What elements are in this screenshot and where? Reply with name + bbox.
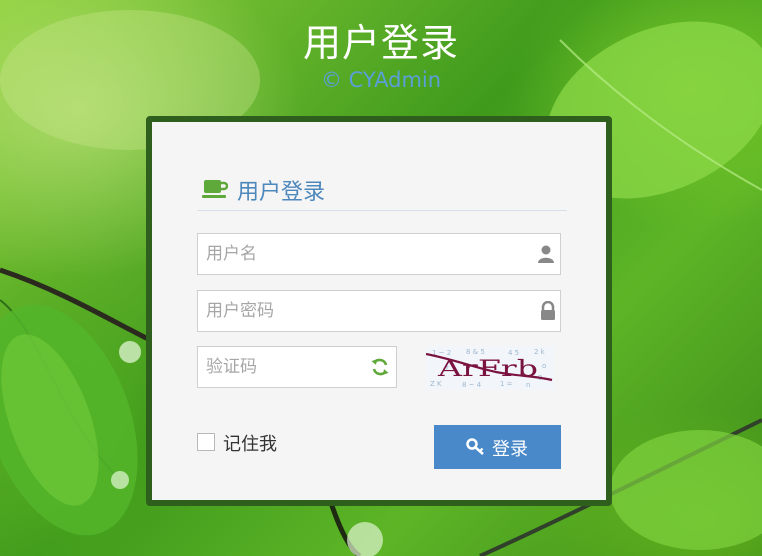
- password-field-wrapper: [197, 290, 561, 332]
- password-input[interactable]: [206, 291, 526, 331]
- username-input[interactable]: [206, 234, 526, 274]
- login-panel-title: 用户登录: [237, 180, 326, 205]
- captcha-input[interactable]: [206, 347, 356, 387]
- lock-icon: [541, 301, 555, 320]
- refresh-icon[interactable]: [370, 357, 390, 377]
- copyright-text: © CYAdmin: [320, 68, 442, 92]
- login-button-label: 登录: [492, 439, 528, 459]
- svg-text:4 5: 4 5: [508, 349, 519, 357]
- username-field-wrapper: [197, 233, 561, 275]
- page-title: 用户登录: [302, 21, 459, 65]
- login-button[interactable]: 登录: [434, 425, 561, 469]
- svg-text:8 ~ 4: 8 ~ 4: [462, 381, 482, 389]
- remember-me-checkbox[interactable]: [197, 433, 215, 451]
- coffee-cup-icon: [202, 180, 228, 198]
- remember-me-label: 记住我: [223, 434, 277, 455]
- svg-text:8 & 5: 8 & 5: [466, 348, 485, 356]
- key-icon: [466, 438, 484, 455]
- login-panel-heading: 用户登录: [197, 172, 567, 211]
- captcha-field-wrapper: [197, 346, 397, 388]
- captcha-image[interactable]: 1 ~ 28 & 54 52 k Z K8 ~ 41 = n r o9 ArFrb: [426, 346, 554, 390]
- login-panel: 用户登录 1 ~ 28 & 54 52 k Z K8 ~ 41 =n ro9: [146, 116, 612, 506]
- svg-text:2 k: 2 k: [534, 348, 546, 356]
- svg-text:o: o: [542, 362, 546, 370]
- svg-text:n: n: [526, 381, 530, 389]
- user-icon: [538, 245, 554, 263]
